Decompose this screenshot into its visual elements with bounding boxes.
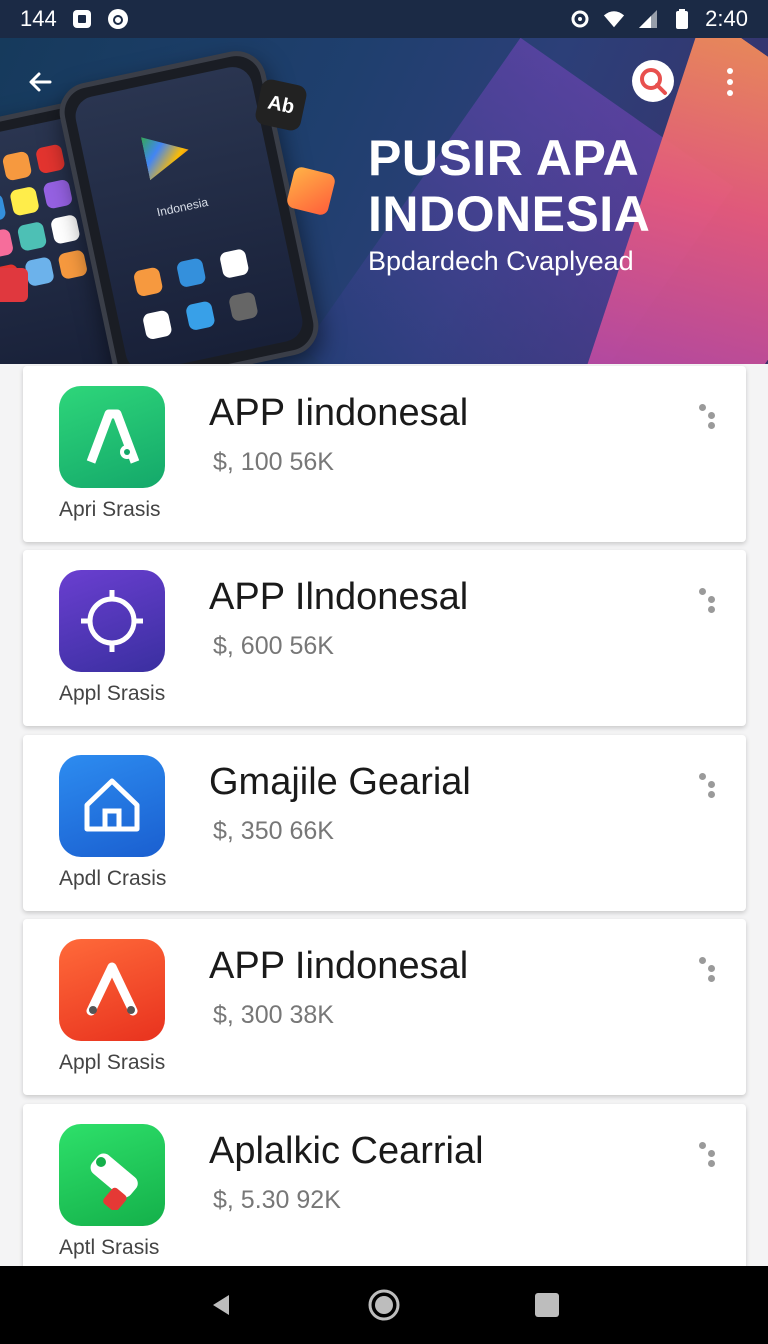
status-time: 2:40 [705,6,748,31]
compass-icon [59,939,165,1041]
notification-icon [71,8,93,30]
app-title: Aplalkic Cearrial [209,1130,484,1172]
app-title: Gmajile Gearial [209,761,471,803]
battery-icon [671,8,693,30]
app-price: $, 600 56K [213,632,334,660]
clock-app-icon [107,8,129,30]
app-title: APP Ilndonesal [209,576,469,618]
app-price: $, 350 66K [213,817,334,845]
status-bar: 144 2:40 [0,0,768,38]
circle-gear-icon [59,570,165,672]
phone-label: Indonesia [155,194,210,220]
more-options-icon[interactable] [699,955,719,985]
system-nav-bar [0,1266,768,1344]
search-button[interactable] [632,60,674,102]
back-arrow-icon[interactable] [24,66,56,98]
app-caption: Appl Srasis [59,682,166,705]
app-card[interactable]: Aptl Srasis Aplalkic Cearrial $, 5.30 92… [23,1104,746,1280]
recents-square-icon[interactable] [527,1285,567,1325]
app-price: $, 300 38K [213,1001,334,1029]
phone-play-logo [141,128,193,180]
status-left-text: 144 [20,6,57,31]
app-price: $, 5.30 92K [213,1186,341,1214]
hero-subtitle: Bpdardech Cvaplyead [368,246,634,276]
app-caption: Apdl Crasis [59,867,167,890]
tag-icon [59,1124,165,1226]
app-card[interactable]: Apdl Crasis Gmajile Gearial $, 350 66K [23,735,746,911]
floating-app-badge: Ab [253,77,309,133]
floating-red-icon [0,268,28,302]
app-title: APP Iindonesal [209,392,469,434]
hero-title: PUSIR APA INDONESIA [368,130,651,242]
app-caption: Aptl Srasis [59,1236,160,1259]
app-card[interactable]: Appl Srasis APP Ilndonesal $, 600 56K [23,550,746,726]
aptoide-icon [59,386,165,488]
more-options-icon[interactable] [699,771,719,801]
more-options-icon[interactable] [699,1140,719,1170]
more-options-icon[interactable] [699,586,719,616]
home-icon [59,755,165,857]
app-card[interactable]: Appl Srasis APP Iindonesal $, 300 38K [23,919,746,1095]
more-vert-icon[interactable] [718,66,742,98]
wifi-icon [603,8,625,30]
home-circle-icon[interactable] [364,1285,404,1325]
app-caption: Appl Srasis [59,1051,166,1074]
app-price: $, 100 56K [213,448,334,476]
more-options-icon[interactable] [699,402,719,432]
settings-icon [569,8,591,30]
hero-banner: Indonesia Ab PUSIR APA INDONESIA Bpdarde… [0,38,768,364]
search-icon [640,68,667,95]
back-triangle-icon[interactable] [201,1285,241,1325]
app-caption: Apri Srasis [59,498,161,521]
app-card[interactable]: Apri Srasis APP Iindonesal $, 100 56K [23,366,746,542]
signal-icon [637,8,659,30]
app-title: APP Iindonesal [209,945,469,987]
